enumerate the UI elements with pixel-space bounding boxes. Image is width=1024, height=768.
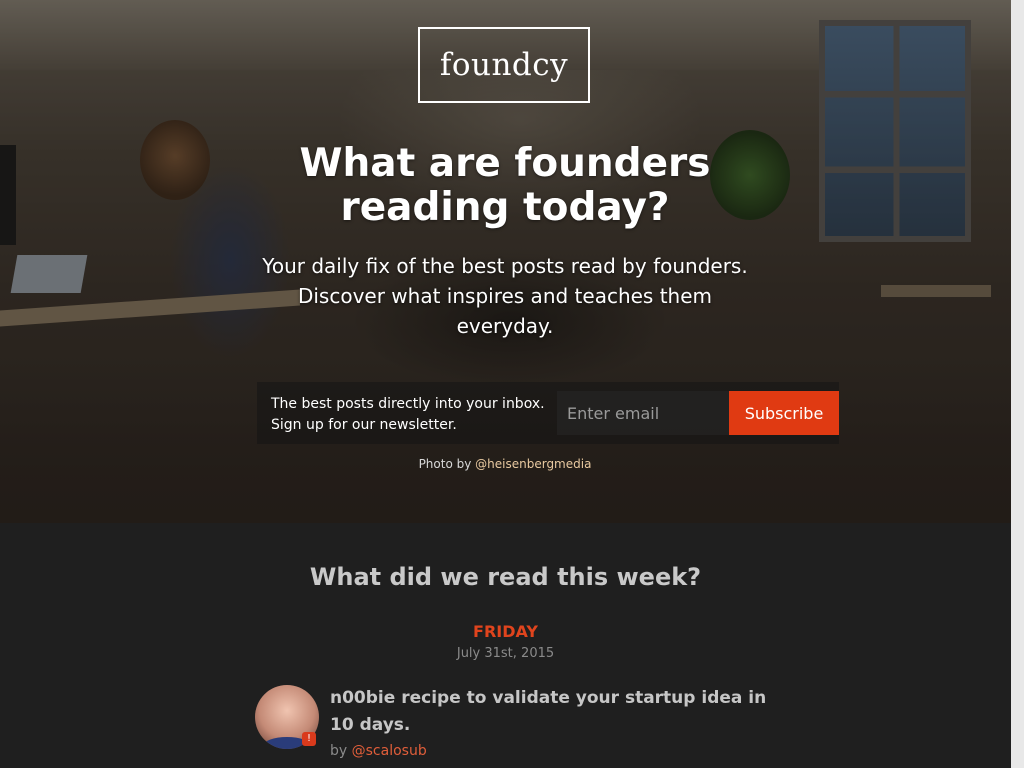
page: foundcy What are founders reading today?… (0, 0, 1011, 768)
date-label: July 31st, 2015 (456, 646, 555, 661)
post-author-link[interactable]: @scalosub (352, 743, 427, 759)
brand-logo[interactable]: foundcy (418, 27, 590, 103)
post-author: by @scalosub (330, 743, 427, 759)
post-title-link[interactable]: n00bie recipe to validate your startup i… (330, 685, 770, 739)
post-item: ! n00bie recipe to validate your startup… (255, 685, 775, 765)
page-scrollbar[interactable] (1011, 0, 1024, 768)
photo-credit: Photo by @heisenbergmedia (255, 457, 755, 471)
post-author-prefix: by (330, 743, 348, 759)
newsletter-signup: The best posts directly into your inbox.… (257, 382, 839, 444)
photo-credit-link[interactable]: @heisenbergmedia (475, 457, 591, 471)
section-title: What did we read this week? (309, 563, 702, 591)
subscribe-button[interactable]: Subscribe (729, 391, 839, 435)
hero-subhead: Your daily fix of the best posts read by… (262, 254, 748, 338)
hero-headline: What are founders reading today? (299, 141, 711, 230)
newsletter-description: The best posts directly into your inbox.… (271, 394, 561, 436)
source-badge-icon: ! (302, 732, 316, 746)
weekly-reads-section: What did we read this week? FRIDAY July … (0, 523, 1011, 768)
email-input[interactable] (557, 391, 729, 435)
brand-logo-text: foundcy (439, 47, 569, 83)
hero-section: foundcy What are founders reading today?… (0, 0, 1011, 523)
day-label: FRIDAY (473, 622, 538, 641)
photo-credit-prefix: Photo by (418, 457, 472, 471)
newsletter-line-2: Sign up for our newsletter. (271, 417, 457, 433)
newsletter-line-1: The best posts directly into your inbox. (271, 396, 545, 412)
